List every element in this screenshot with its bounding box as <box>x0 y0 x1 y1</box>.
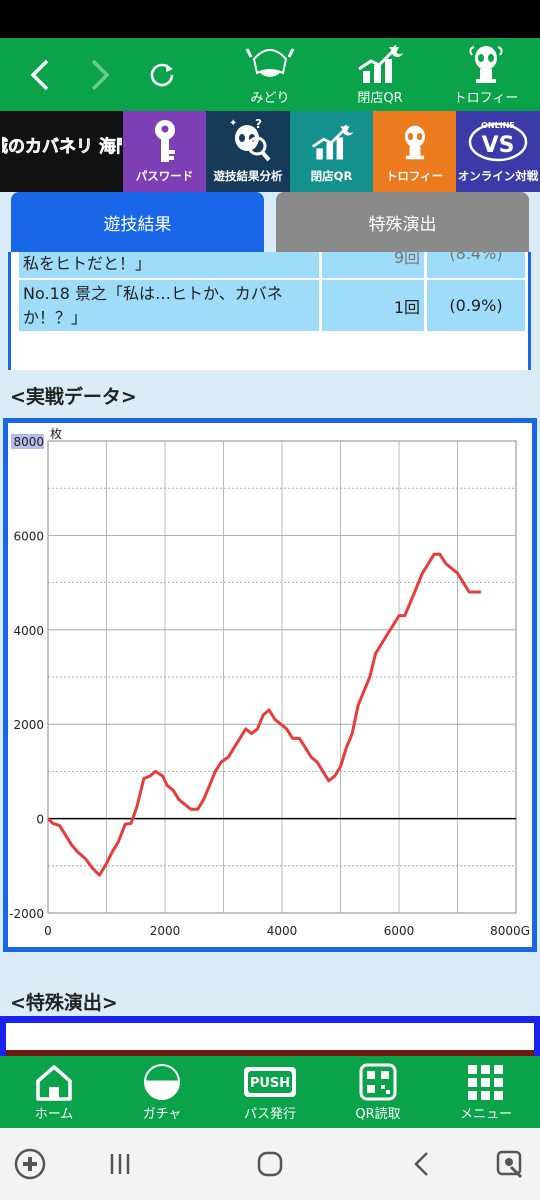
svg-text:✦: ✦ <box>229 118 237 129</box>
svg-text:?: ? <box>255 117 262 131</box>
nav-home[interactable]: ホーム <box>0 1056 108 1128</box>
key-icon <box>154 120 175 162</box>
jissen-chart-svg: -200002000400060008000枚0 2000 4000 6000 8000… <box>9 426 530 938</box>
closing-qr-tile[interactable]: 閉店QR <box>290 111 373 192</box>
result-analysis-tile[interactable]: ? ✦ 遊技結果分析 <box>206 111 290 192</box>
nav-qr-read[interactable]: QR読取 <box>324 1056 432 1128</box>
closing-qr-label: 閉店QR <box>357 91 403 106</box>
push-badge: PUSH <box>250 1076 290 1091</box>
magnifier-alien-icon: ?✦ <box>229 117 271 162</box>
chart-moon-icon <box>311 124 353 160</box>
y-tick-label: 2000 <box>13 718 44 732</box>
forward-button[interactable] <box>78 38 122 111</box>
assistant-icon <box>496 1150 523 1179</box>
x-tick-label: 4000 <box>267 924 298 938</box>
tab-play-result[interactable]: 遊技結果 <box>11 192 264 252</box>
jissen-chart: -2000 0 2000 4000 6000 8000 枚 0 2000 4000 6000 8000… <box>3 418 537 952</box>
back-button[interactable] <box>18 38 62 111</box>
nav-gacha-label: ガチャ <box>142 1106 182 1122</box>
reload-button[interactable] <box>140 38 184 111</box>
result-tabs: 遊技結果 特殊演出 <box>0 192 540 252</box>
nav-gacha[interactable]: ガチャ <box>108 1056 216 1128</box>
row-count: 1回 <box>322 280 424 331</box>
online-battle-label: オンライン対戦 <box>457 169 539 183</box>
trophy-tile[interactable]: トロフィー <box>373 111 456 192</box>
row-name: No.18 景之「私は…ヒトか、カバネか！？」 <box>19 280 319 331</box>
tab-special-effects[interactable]: 特殊演出 <box>276 192 529 252</box>
qr-icon <box>359 1063 397 1100</box>
y-tick-label: 6000 <box>13 529 44 543</box>
nav-menu-label: メニュー <box>459 1106 512 1122</box>
character-midori-icon <box>245 48 295 77</box>
x-tick-label: 0 <box>44 924 52 938</box>
kabaneri-logo-icon: 甲鉄城のカバネリ 海門決戦 <box>1 119 122 180</box>
trophy-button[interactable]: トロフィー <box>446 38 526 111</box>
status-bar <box>0 0 540 38</box>
effects-table: 私をヒトだと！」 9回 (8.4%) No.18 景之「私は…ヒトか、カバネか！… <box>8 252 531 370</box>
chevron-right-icon <box>91 59 110 90</box>
home-circle-button[interactable] <box>250 1144 290 1184</box>
y-tick-label: -2000 <box>9 907 44 921</box>
reload-icon <box>150 63 174 86</box>
gacha-icon <box>144 1063 180 1100</box>
recents-icon <box>110 1154 130 1174</box>
row-count: 9回 <box>322 252 424 278</box>
menu-tile-row: 甲鉄城のカバネリ 海門決戦 パスワード ?✦ 遊技結果分析 閉店QR <box>0 111 540 192</box>
section-title-tokushu: <特殊演出> <box>10 992 118 1014</box>
table-row: 私をヒトだと！」 9回 (8.4%) <box>19 252 525 278</box>
grid-menu-icon <box>468 1064 503 1100</box>
logo-title-text: 甲鉄城のカバネリ 海門決戦 <box>2 136 122 157</box>
closing-qr-tile-label: 閉店QR <box>310 169 353 183</box>
row-rate: (8.4%) <box>427 252 525 278</box>
alien-trophy-icon <box>404 125 425 160</box>
row-name: 私をヒトだと！」 <box>19 252 319 278</box>
assistant-button[interactable] <box>490 1144 530 1184</box>
x-tick-label: 8000G <box>490 924 530 938</box>
bottom-nav-bar: ホーム ガチャ PUSH パス発行 QR読取 メニュー <box>0 1056 540 1128</box>
game-launcher-button[interactable] <box>10 1144 50 1184</box>
result-analysis-label: 遊技結果分析 <box>213 169 283 183</box>
home-circle-icon <box>257 1151 283 1177</box>
x-tick-label: 6000 <box>384 924 415 938</box>
push-pass-icon: PUSH <box>244 1066 296 1097</box>
vs-online-icon: ONLINE VS <box>468 121 528 162</box>
top-nav-bar: みどり 閉店QR トロフィー <box>0 38 540 111</box>
chevron-left-icon <box>30 59 49 90</box>
y-axis-unit-label: 枚 <box>50 426 62 441</box>
kabaneri-logo-tile[interactable]: 甲鉄城のカバネリ 海門決戦 <box>0 111 123 192</box>
effects-table-section: 私をヒトだと！」 9回 (8.4%) No.18 景之「私は…ヒトか、カバネか！… <box>0 252 540 370</box>
vs-online-badge-top: ONLINE <box>481 121 515 130</box>
nav-home-label: ホーム <box>34 1106 74 1122</box>
game-launcher-icon <box>14 1148 46 1180</box>
closing-qr-button[interactable]: 閉店QR <box>340 38 420 111</box>
online-battle-tile[interactable]: ONLINE VS オンライン対戦 <box>456 111 540 192</box>
recents-button[interactable] <box>100 1144 140 1184</box>
password-tile[interactable]: パスワード <box>123 111 206 192</box>
nav-qr-label: QR読取 <box>355 1106 401 1122</box>
midori-button[interactable]: みどり <box>232 38 308 111</box>
midori-label: みどり <box>250 91 290 106</box>
trophy-label: トロフィー <box>453 91 519 106</box>
nav-pass-issue[interactable]: PUSH パス発行 <box>216 1056 324 1128</box>
vs-online-badge-main: VS <box>482 133 515 158</box>
y-tick-label: 4000 <box>13 624 44 638</box>
password-label: パスワード <box>135 169 194 183</box>
section-title-jissen: <実戦データ> <box>10 386 137 408</box>
x-tick-label: 2000 <box>150 924 181 938</box>
nav-pass-label: パス発行 <box>243 1106 296 1122</box>
back-icon <box>414 1152 428 1176</box>
nav-menu[interactable]: メニュー <box>432 1056 540 1128</box>
system-nav-bar <box>0 1128 540 1200</box>
chart-moon-icon <box>358 45 403 83</box>
table-row: No.18 景之「私は…ヒトか、カバネか！？」 1回 (0.9%) <box>19 280 525 331</box>
alien-trophy-icon <box>469 46 503 83</box>
system-back-button[interactable] <box>402 1144 442 1184</box>
row-rate: (0.9%) <box>427 280 525 331</box>
y-tick-label: 8000 <box>13 435 44 449</box>
trophy-tile-label: トロフィー <box>385 169 444 183</box>
y-tick-label: 0 <box>36 813 44 827</box>
home-icon <box>36 1064 72 1101</box>
